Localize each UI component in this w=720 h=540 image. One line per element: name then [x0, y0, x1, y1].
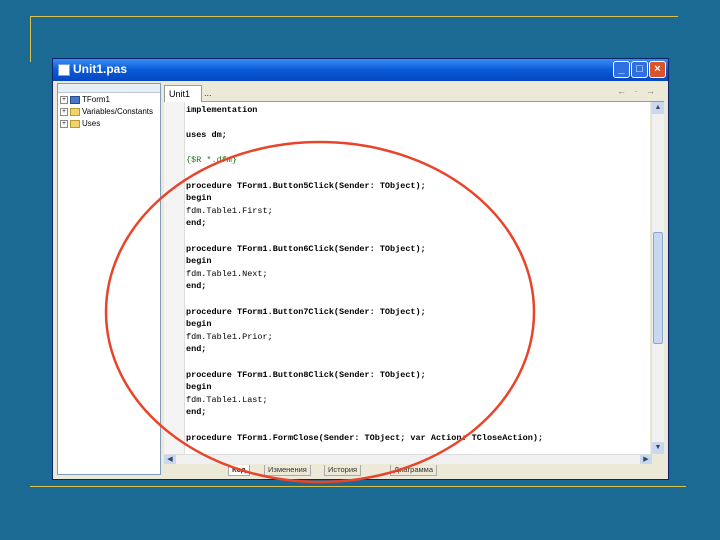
bottom-tabstrip: Код Изменения История Диаграмма	[164, 464, 664, 476]
editor-area: Unit1 ... ← · → implementation uses dm; {$…	[164, 83, 664, 476]
scroll-thumb[interactable]	[653, 232, 663, 344]
form-icon	[70, 95, 80, 104]
code-line[interactable]: begin	[186, 319, 212, 330]
code-line[interactable]: fdm.Table1.Last;	[186, 395, 268, 406]
code-line[interactable]: end;	[186, 407, 206, 418]
expand-icon[interactable]: +	[60, 107, 68, 116]
tree-item-label: Uses	[82, 119, 101, 128]
tree-item-label: Variables/Constants	[82, 107, 153, 116]
code-line[interactable]: end;	[186, 344, 206, 355]
scroll-up-icon[interactable]: ▲	[652, 102, 664, 114]
code-editor[interactable]: implementation uses dm; {$R *.dfm} procedur…	[164, 102, 650, 474]
scroll-down-icon[interactable]: ▼	[652, 442, 664, 454]
minimize-button[interactable]: _	[613, 61, 630, 78]
tree-item-label: TForm1	[82, 95, 110, 104]
code-line[interactable]: uses dm;	[186, 130, 227, 141]
code-line[interactable]: begin	[186, 256, 212, 267]
tab-diagram[interactable]: Диаграмма	[390, 465, 438, 476]
editor-gutter	[164, 102, 185, 474]
tab-changes[interactable]: Изменения	[264, 465, 311, 476]
close-button[interactable]: ×	[649, 61, 666, 78]
code-line[interactable]: end;	[186, 281, 206, 292]
title-bar[interactable]: Unit1.pas _ □ ×	[53, 59, 668, 81]
maximize-button[interactable]: □	[631, 61, 648, 78]
code-line[interactable]: fdm.Table1.First;	[186, 206, 273, 217]
tree-item-uses[interactable]: + Uses	[60, 118, 100, 130]
tab-history[interactable]: История	[324, 465, 362, 476]
tab-unit1[interactable]: Unit1	[164, 85, 202, 102]
tab-more[interactable]: ...	[200, 85, 216, 101]
decorative-line-top	[30, 16, 678, 17]
decorative-line-bottom	[30, 486, 686, 487]
tree-item-variables[interactable]: + Variables/Constants	[60, 106, 153, 118]
code-explorer-tree[interactable]: + TForm1 + Variables/Constants + Uses	[57, 83, 161, 475]
tree-scrollbar[interactable]	[58, 84, 160, 93]
tab-code[interactable]: Код	[228, 465, 250, 476]
code-line[interactable]: begin	[186, 382, 212, 393]
code-line[interactable]: implementation	[186, 105, 257, 116]
vertical-scrollbar[interactable]: ▲ ▼	[651, 102, 664, 454]
code-line[interactable]: {$R *.dfm}	[186, 155, 237, 166]
code-line[interactable]: procedure TForm1.FormClose(Sender: TObje…	[186, 433, 543, 444]
code-line[interactable]: procedure TForm1.Button5Click(Sender: TO…	[186, 181, 426, 192]
code-line[interactable]: fdm.Table1.Prior;	[186, 332, 273, 343]
folder-icon	[70, 107, 80, 116]
code-line[interactable]: begin	[186, 193, 212, 204]
folder-icon	[70, 119, 80, 128]
editor-window: Unit1.pas _ □ × + TForm1 + Variables/Const…	[52, 58, 669, 480]
tree-item-tform1[interactable]: + TForm1	[60, 94, 110, 106]
code-line[interactable]: fdm.Table1.Next;	[186, 269, 268, 280]
editor-tabstrip: Unit1 ... ← · →	[164, 83, 664, 102]
expand-icon[interactable]: +	[60, 95, 68, 104]
window-title: Unit1.pas	[73, 62, 128, 76]
nav-arrows[interactable]: ← · →	[617, 86, 658, 96]
decorative-line-left	[30, 16, 31, 62]
code-line[interactable]: end;	[186, 218, 206, 229]
expand-icon[interactable]: +	[60, 119, 68, 128]
code-line[interactable]: procedure TForm1.Button8Click(Sender: TO…	[186, 370, 426, 381]
code-line[interactable]: procedure TForm1.Button6Click(Sender: TO…	[186, 244, 426, 255]
file-icon	[58, 64, 70, 76]
code-line[interactable]: procedure TForm1.Button7Click(Sender: TO…	[186, 307, 426, 318]
